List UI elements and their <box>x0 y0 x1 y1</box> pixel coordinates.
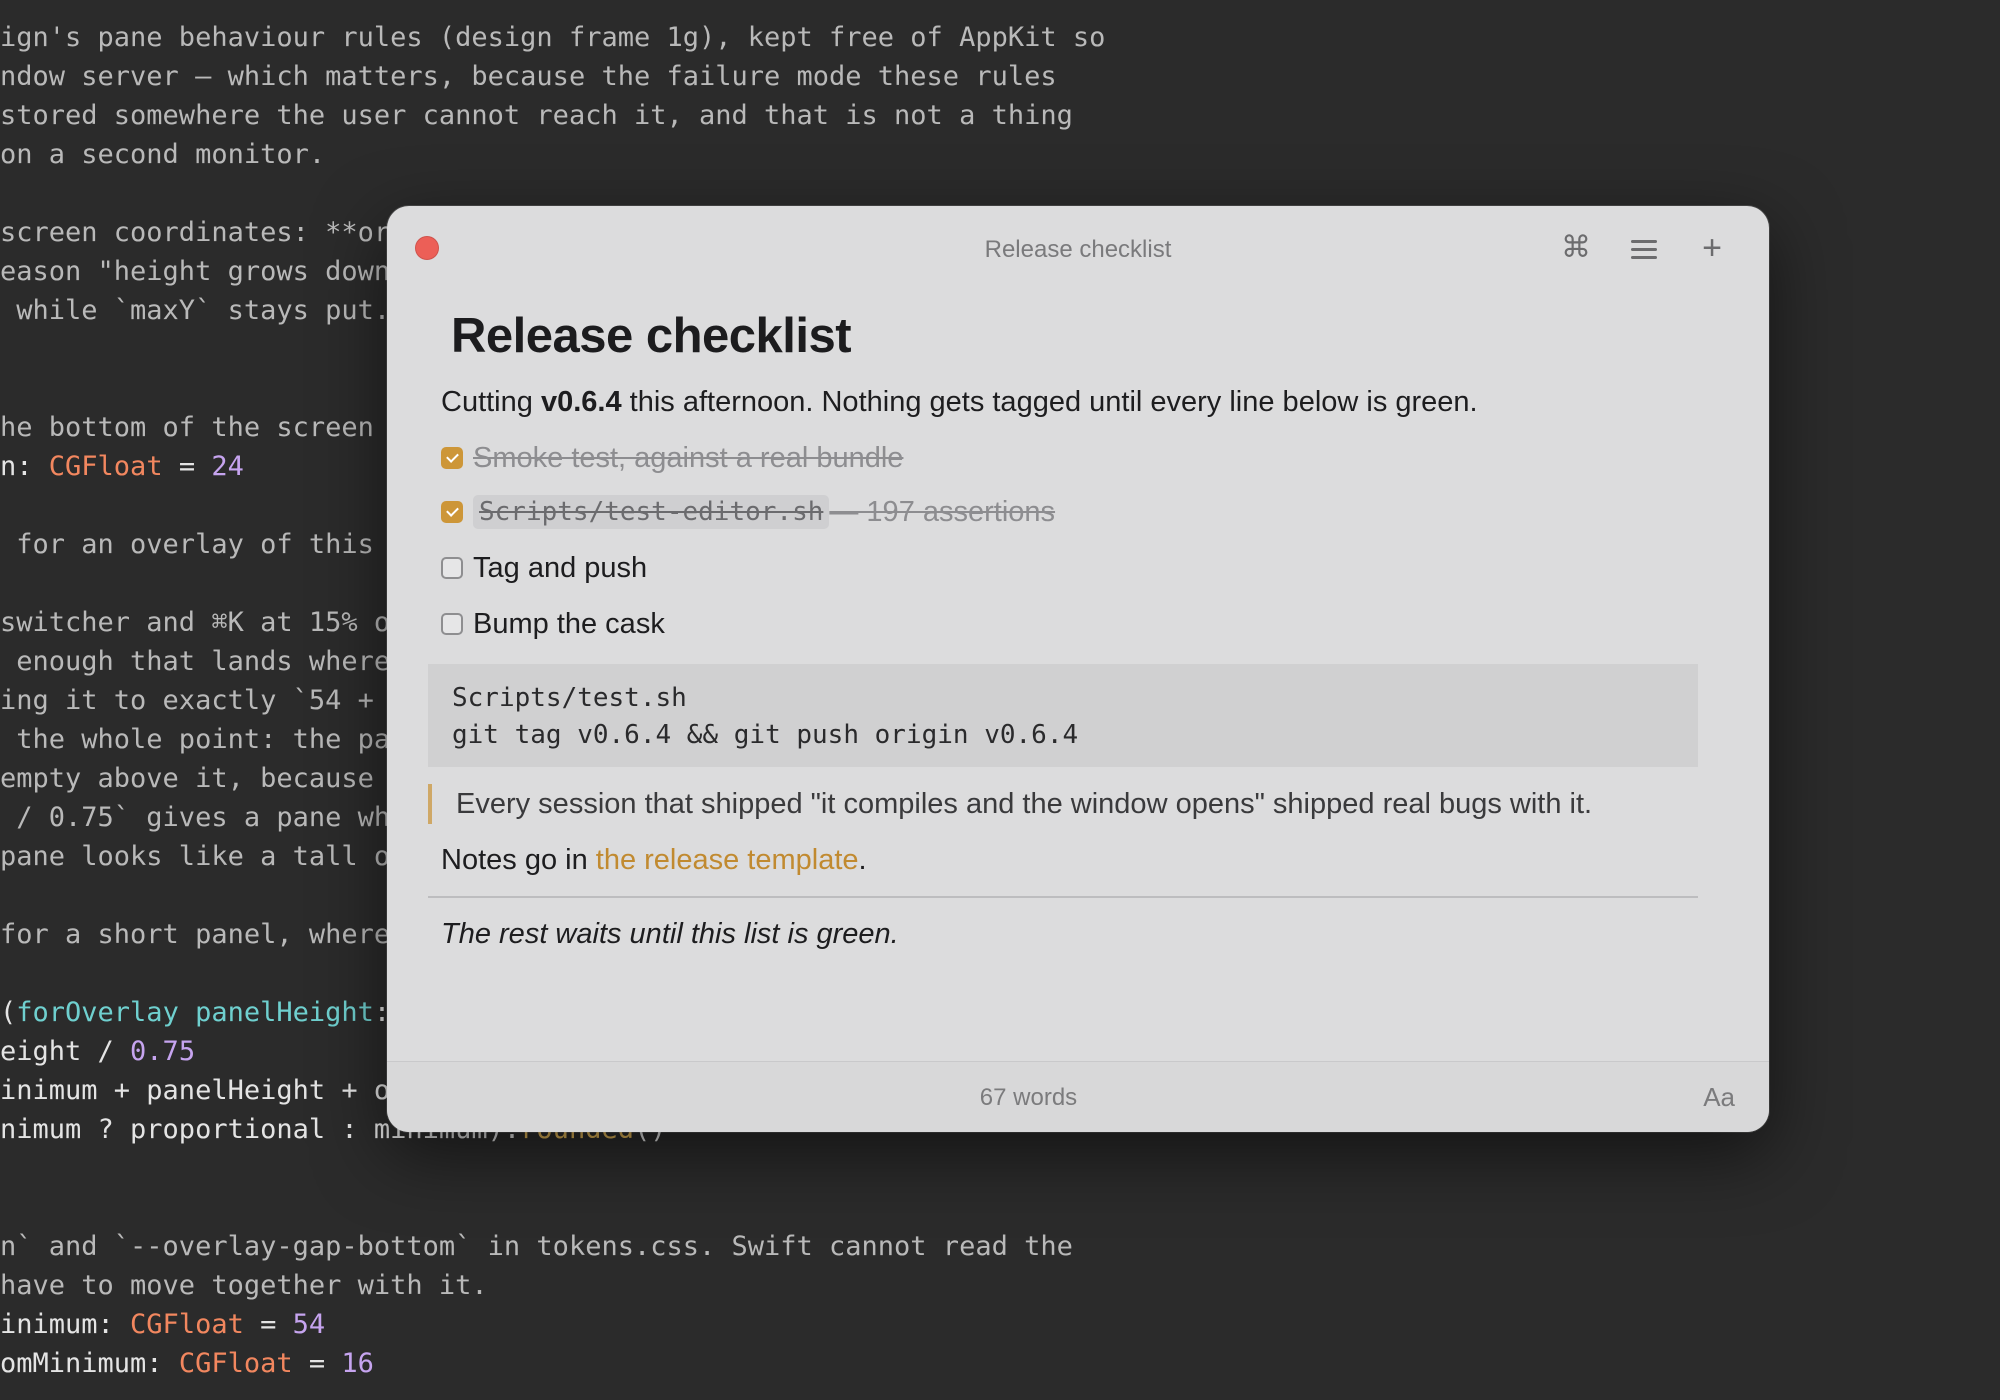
checkbox-checked[interactable] <box>441 501 463 523</box>
editor-line: inimum: CGFloat = 54 <box>0 1306 325 1344</box>
code-token: ndow server — which matters, because the… <box>0 61 1057 92</box>
code-token: ing it to exactly `54 + p <box>0 685 407 716</box>
note-heading: Release checklist <box>451 309 852 363</box>
horizontal-rule <box>428 896 1698 898</box>
code-token: = <box>243 1309 293 1340</box>
code-token: ( <box>0 997 17 1028</box>
editor-line: while `maxY` stays put. <box>0 292 390 330</box>
blockquote: Every session that shipped "it compiles … <box>428 784 1592 824</box>
code-token: eight / <box>0 1036 131 1067</box>
notes-text-after: . <box>858 844 867 876</box>
code-token: 54 <box>292 1309 326 1340</box>
editor-line: for an overlay of this h <box>0 526 406 564</box>
editor-line: (forOverlay panelHeight: <box>0 994 390 1032</box>
code-token: 24 <box>211 451 244 482</box>
code-token: = <box>292 1348 342 1379</box>
code-token: empty above it, because 5 <box>0 763 407 794</box>
notes-paragraph: Notes go in the release template. <box>441 840 867 880</box>
checkbox-unchecked[interactable] <box>441 613 463 635</box>
editor-line: have to move together with it. <box>0 1267 488 1305</box>
task-item: Scripts/test-editor.sh — 197 assertions <box>441 492 1055 532</box>
code-token: CGFloat <box>130 1309 244 1340</box>
menu-icon[interactable] <box>1622 226 1666 270</box>
editor-line: eason "height grows downw <box>0 253 406 291</box>
editor-line: n: CGFloat = 24 <box>0 448 244 486</box>
editor-line: empty above it, because 5 <box>0 760 406 798</box>
code-token: inimum: <box>0 1309 131 1340</box>
code-token: forOverlay panelHeight <box>16 997 374 1028</box>
editor-line: ing it to exactly `54 + p <box>0 682 406 720</box>
editor-line: ndow server — which matters, because the… <box>0 58 1057 96</box>
code-token: on a second monitor. <box>0 139 326 170</box>
task-item: Smoke test, against a real bundle <box>441 438 903 478</box>
code-token: inimum + panelHeight + ov <box>0 1075 407 1106</box>
editor-line: switcher and ⌘K at 15% of <box>0 604 406 642</box>
code-token: / 0.75` gives a pane who <box>0 802 407 833</box>
notes-overlay-window: Release checklist ⌘ + Release checklist … <box>387 206 1769 1132</box>
titlebar: Release checklist ⌘ + <box>387 206 1769 290</box>
code-token: = <box>162 451 212 482</box>
task-item: Bump the cask <box>441 604 665 644</box>
editor-line: n` and `--overlay-gap-bottom` in tokens.… <box>0 1228 1073 1266</box>
code-token: 16 <box>341 1348 374 1379</box>
editor-line: the whole point: the par <box>0 721 406 759</box>
code-token: n` and `--overlay-gap-bottom` in tokens.… <box>0 1231 1073 1262</box>
editor-line: inimum + panelHeight + ov <box>0 1072 406 1110</box>
editor-line: for a short panel, where <box>0 916 390 954</box>
editor-line: eight / 0.75 <box>0 1033 195 1071</box>
editor-line: omMinimum: CGFloat = 16 <box>0 1345 374 1383</box>
code-token: for an overlay of this h <box>0 529 407 560</box>
task-item: Tag and push <box>441 548 647 588</box>
code-block: Scripts/test.sh git tag v0.6.4 && git pus… <box>428 664 1698 767</box>
code-token: switcher and ⌘K at 15% of <box>0 607 407 638</box>
editor-line: / 0.75` gives a pane who <box>0 799 406 837</box>
plus-icon[interactable]: + <box>1690 226 1734 270</box>
task-text: — 197 assertions <box>829 495 1056 528</box>
code-token: for a short panel, where <box>0 919 391 950</box>
editor-line: he bottom of the screen b <box>0 409 406 447</box>
release-template-link[interactable]: the release template <box>596 844 859 876</box>
code-token: the whole point: the par <box>0 724 407 755</box>
status-footer: 67 words Aa <box>387 1061 1769 1132</box>
editor-line: screen coordinates: **ori <box>0 214 406 252</box>
notes-text-before: Notes go in <box>441 844 596 876</box>
task-text: Tag and push <box>473 551 648 584</box>
code-line: Scripts/test.sh <box>452 683 687 713</box>
code-token: screen coordinates: **ori <box>0 217 407 248</box>
code-line: git tag v0.6.4 && git push origin v0.6.4 <box>452 720 1079 750</box>
word-count: 67 words <box>979 1084 1078 1111</box>
code-token: while `maxY` stays put. <box>0 295 391 326</box>
closing-line: The rest waits until this list is green. <box>441 918 899 950</box>
editor-line: stored somewhere the user cannot reach i… <box>0 97 1073 135</box>
inline-code: Scripts/test-editor.sh <box>473 495 830 529</box>
intro-text-before: Cutting <box>441 386 541 418</box>
editor-line: ign's pane behaviour rules (design frame… <box>0 19 1105 57</box>
code-token: n: <box>0 451 49 482</box>
code-token: have to move together with it. <box>0 1270 488 1301</box>
code-token: he bottom of the screen b <box>0 412 407 443</box>
intro-paragraph: Cutting v0.6.4 this afternoon. Nothing g… <box>441 386 1478 419</box>
version-text: v0.6.4 <box>540 386 622 418</box>
code-token: CGFloat <box>178 1348 293 1379</box>
editor-line: pane looks like a tall on <box>0 838 406 876</box>
editor-line: enough that lands where <box>0 643 390 681</box>
code-token: eason "height grows downw <box>0 256 407 287</box>
font-settings-button[interactable]: Aa <box>1703 1082 1735 1113</box>
intro-text-after: this afternoon. Nothing gets tagged unti… <box>621 386 1478 418</box>
code-token: omMinimum: <box>0 1348 179 1379</box>
command-icon[interactable]: ⌘ <box>1554 226 1598 270</box>
code-token: stored somewhere the user cannot reach i… <box>0 100 1073 131</box>
code-token: 0.75 <box>130 1036 196 1067</box>
code-token: enough that lands where <box>0 646 391 677</box>
code-token: ign's pane behaviour rules (design frame… <box>0 22 1106 53</box>
task-text: Bump the cask <box>473 607 665 640</box>
code-token: CGFloat <box>48 451 163 482</box>
editor-line: on a second monitor. <box>0 136 325 174</box>
code-token: pane looks like a tall on <box>0 841 407 872</box>
checkbox-unchecked[interactable] <box>441 557 463 579</box>
task-text: Smoke test, against a real bundle <box>473 441 904 474</box>
checkbox-checked[interactable] <box>441 447 463 469</box>
